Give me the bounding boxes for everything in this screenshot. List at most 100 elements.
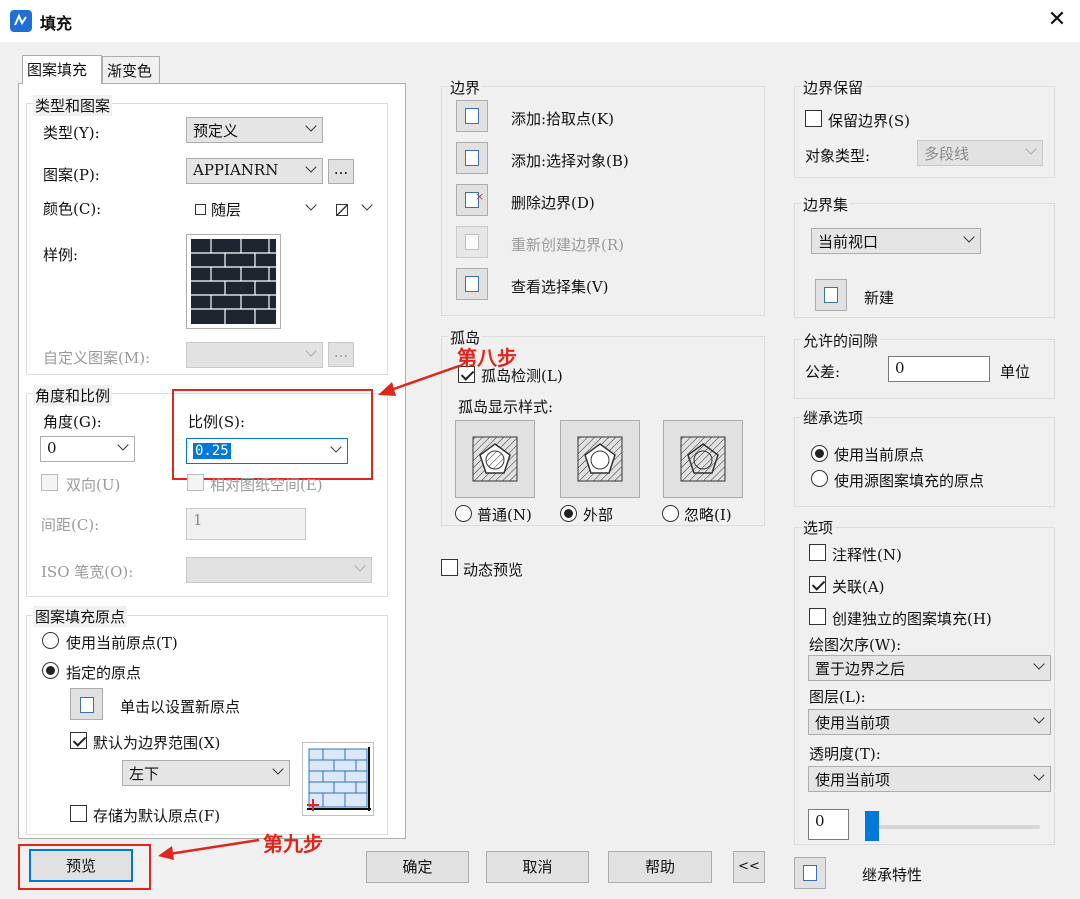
add-select-objects-button[interactable] bbox=[456, 142, 488, 174]
separate-hatches-checkbox[interactable] bbox=[809, 608, 826, 625]
tab-gradient[interactable]: 渐变色 bbox=[102, 56, 160, 83]
chevron-down-icon bbox=[964, 233, 974, 243]
pattern-sample-swatch[interactable] bbox=[186, 234, 281, 329]
island-ignore-radio[interactable] bbox=[662, 505, 679, 522]
island-outer-radio[interactable] bbox=[560, 505, 577, 522]
iso-pen-width-label: ISO 笔宽(O): bbox=[41, 563, 134, 581]
inherit-current-origin-radio[interactable] bbox=[811, 445, 828, 462]
specified-origin-label: 指定的原点 bbox=[66, 664, 142, 682]
transparency-slider-track[interactable] bbox=[866, 825, 1040, 829]
chevron-down-icon bbox=[273, 765, 283, 775]
close-icon[interactable]: ✕ bbox=[1044, 8, 1070, 32]
annotative-checkbox[interactable] bbox=[809, 544, 826, 561]
draw-order-select[interactable]: 置于边界之后 bbox=[808, 655, 1051, 681]
relative-paperspace-checkbox bbox=[187, 474, 204, 491]
origin-preview-image bbox=[302, 742, 374, 816]
color-swatch-icon bbox=[195, 204, 206, 215]
double-checkbox bbox=[41, 474, 58, 491]
set-origin-button[interactable] bbox=[70, 688, 103, 720]
no-color-icon bbox=[336, 204, 348, 216]
step9-annotation: 第九步 bbox=[263, 832, 323, 856]
transparency-amount-input[interactable]: 0 bbox=[808, 809, 849, 840]
inherit-current-origin-label: 使用当前原点 bbox=[834, 446, 925, 464]
view-selections-label: 查看选择集(V) bbox=[511, 278, 609, 296]
chevron-down-icon bbox=[362, 201, 372, 211]
sample-label: 样例: bbox=[43, 246, 79, 264]
default-extent-label: 默认为边界范围(X) bbox=[93, 734, 221, 752]
object-type-label: 对象类型: bbox=[805, 147, 871, 165]
tab-hatch[interactable]: 图案填充 bbox=[22, 55, 102, 84]
color-select-value: 随层 bbox=[211, 201, 242, 219]
view-selections-icon bbox=[465, 276, 479, 292]
chevron-down-icon bbox=[306, 347, 316, 357]
inherit-source-origin-radio[interactable] bbox=[811, 470, 828, 487]
select-objects-icon bbox=[465, 150, 479, 166]
transparency-select[interactable]: 使用当前项 bbox=[808, 766, 1051, 792]
step8-annotation: 第八步 bbox=[457, 346, 517, 370]
gap-tolerance-group-label: 允许的间隙 bbox=[801, 330, 881, 351]
extent-select[interactable]: 左下 bbox=[122, 760, 290, 786]
island-normal-image[interactable] bbox=[455, 420, 535, 498]
cancel-button[interactable]: 取消 bbox=[486, 851, 589, 883]
island-ignore-image[interactable] bbox=[663, 420, 743, 498]
recreate-boundary-button bbox=[456, 226, 488, 258]
boundaries-group-label: 边界 bbox=[448, 77, 483, 98]
chevron-down-icon bbox=[306, 122, 316, 132]
chevron-down-icon bbox=[306, 201, 316, 211]
retain-boundaries-label: 保留边界(S) bbox=[828, 112, 910, 130]
angle-select[interactable]: 0 bbox=[40, 436, 135, 462]
title-bar bbox=[0, 0, 1080, 42]
custom-browse-button: ... bbox=[328, 342, 354, 367]
collapse-button[interactable]: << bbox=[733, 851, 765, 883]
extent-select-value: 左下 bbox=[129, 765, 160, 783]
boundary-set-value: 当前视口 bbox=[818, 233, 879, 251]
separate-hatches-label: 创建独立的图案填充(H) bbox=[832, 610, 992, 628]
island-normal-radio[interactable] bbox=[455, 505, 472, 522]
pattern-select-value: APPIANRN bbox=[193, 161, 279, 179]
new-boundary-set-icon bbox=[824, 287, 838, 303]
angle-select-value: 0 bbox=[47, 439, 57, 457]
object-type-select: 多段线 bbox=[917, 140, 1043, 166]
inherit-properties-icon bbox=[803, 865, 817, 881]
layer-label: 图层(L): bbox=[809, 688, 866, 706]
default-extent-checkbox[interactable] bbox=[70, 732, 87, 749]
new-boundary-set-button[interactable] bbox=[815, 279, 847, 311]
pattern-select[interactable]: APPIANRN bbox=[186, 158, 323, 184]
remove-boundaries-button[interactable]: × bbox=[456, 184, 488, 216]
background-color-select[interactable] bbox=[329, 196, 379, 222]
angle-scale-group-label: 角度和比例 bbox=[33, 385, 113, 406]
transparency-label: 透明度(T): bbox=[809, 745, 881, 763]
pattern-browse-button[interactable]: ... bbox=[328, 159, 354, 184]
add-pick-points-label: 添加:拾取点(K) bbox=[511, 110, 614, 128]
recreate-boundary-label: 重新创建边界(R) bbox=[511, 236, 624, 254]
remove-boundaries-label: 删除边界(D) bbox=[511, 194, 595, 212]
specified-origin-radio[interactable] bbox=[42, 662, 59, 679]
use-current-origin-radio[interactable] bbox=[42, 632, 59, 649]
boundary-set-select[interactable]: 当前视口 bbox=[811, 228, 981, 254]
island-outer-image[interactable] bbox=[560, 420, 640, 498]
add-pick-points-button[interactable] bbox=[456, 100, 488, 132]
annotative-label: 注释性(N) bbox=[832, 546, 902, 564]
layer-select[interactable]: 使用当前项 bbox=[808, 709, 1051, 735]
dynamic-preview-checkbox[interactable] bbox=[441, 559, 458, 576]
tolerance-label: 公差: bbox=[805, 363, 841, 381]
store-default-origin-checkbox[interactable] bbox=[70, 805, 87, 822]
color-label: 颜色(C): bbox=[43, 200, 102, 218]
ok-button[interactable]: 确定 bbox=[366, 851, 469, 883]
tolerance-input[interactable]: 0 bbox=[888, 356, 990, 382]
relative-paperspace-label: 相对图纸空间(E) bbox=[210, 476, 323, 494]
custom-pattern-select bbox=[186, 342, 323, 368]
new-boundary-set-label: 新建 bbox=[864, 289, 895, 307]
color-select[interactable]: 随层 bbox=[186, 196, 323, 222]
view-selections-button[interactable] bbox=[456, 268, 488, 300]
transparency-slider-thumb[interactable] bbox=[865, 811, 879, 841]
inherit-properties-button[interactable] bbox=[794, 857, 826, 889]
iso-pen-width-select bbox=[186, 557, 372, 583]
help-button[interactable]: 帮助 bbox=[608, 851, 712, 883]
associative-checkbox[interactable] bbox=[809, 576, 826, 593]
island-ignore-icon bbox=[680, 436, 726, 482]
island-normal-icon bbox=[472, 436, 518, 482]
type-select[interactable]: 预定义 bbox=[186, 117, 323, 143]
retain-boundaries-checkbox[interactable] bbox=[805, 110, 822, 127]
step9-arrow-icon bbox=[158, 838, 260, 860]
